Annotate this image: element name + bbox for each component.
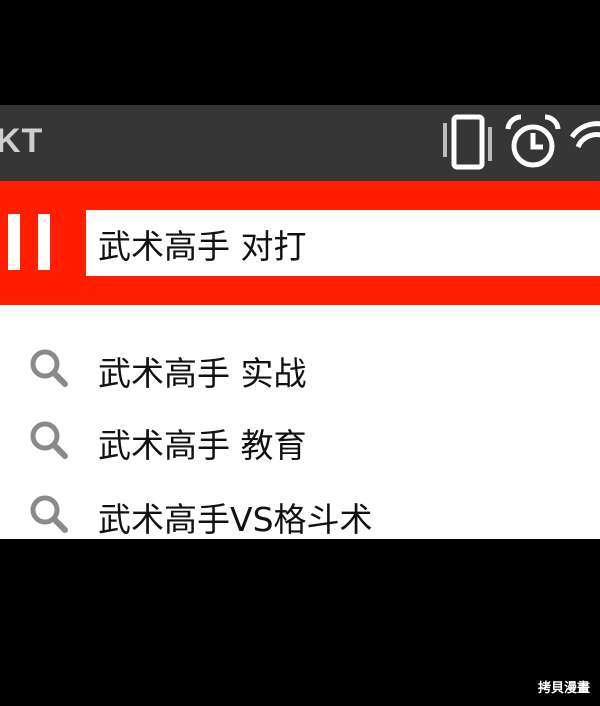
search-input[interactable]: 武术高手 对打 — [86, 210, 600, 276]
alarm-icon — [505, 114, 561, 168]
suggestion-item[interactable]: 武术高手 教育 — [0, 407, 600, 471]
suggestion-item[interactable]: 武术高手 实战 — [0, 335, 600, 399]
vibrate-icon — [443, 114, 492, 170]
suggestion-item[interactable]: 武术高手VS格斗术 — [0, 481, 600, 539]
search-icon — [30, 421, 68, 459]
suggestion-label: 武术高手VS格斗术 — [98, 500, 373, 539]
carrier-label: KT — [0, 122, 44, 160]
status-icons — [440, 113, 600, 173]
watermark: 拷貝漫畫 — [537, 681, 590, 696]
pause-bars-icon[interactable] — [8, 214, 50, 270]
suggestion-label: 武术高手 教育 — [98, 426, 307, 465]
search-icon — [30, 495, 68, 533]
suggestion-label: 武术高手 实战 — [98, 354, 307, 393]
status-bar: KT — [0, 105, 600, 181]
suggestion-list: 武术高手 实战 武术高手 教育 武术高手VS格斗术 — [0, 305, 600, 539]
search-toolbar: 武术高手 对打 — [0, 181, 600, 305]
wifi-icon — [569, 121, 600, 149]
search-icon — [30, 349, 68, 387]
search-query-text: 武术高手 对打 — [98, 227, 307, 266]
phone-screen: KT 武术高手 对打 武术高手 实战 武术高手 教育 武术高手VS格斗术 — [0, 105, 600, 539]
